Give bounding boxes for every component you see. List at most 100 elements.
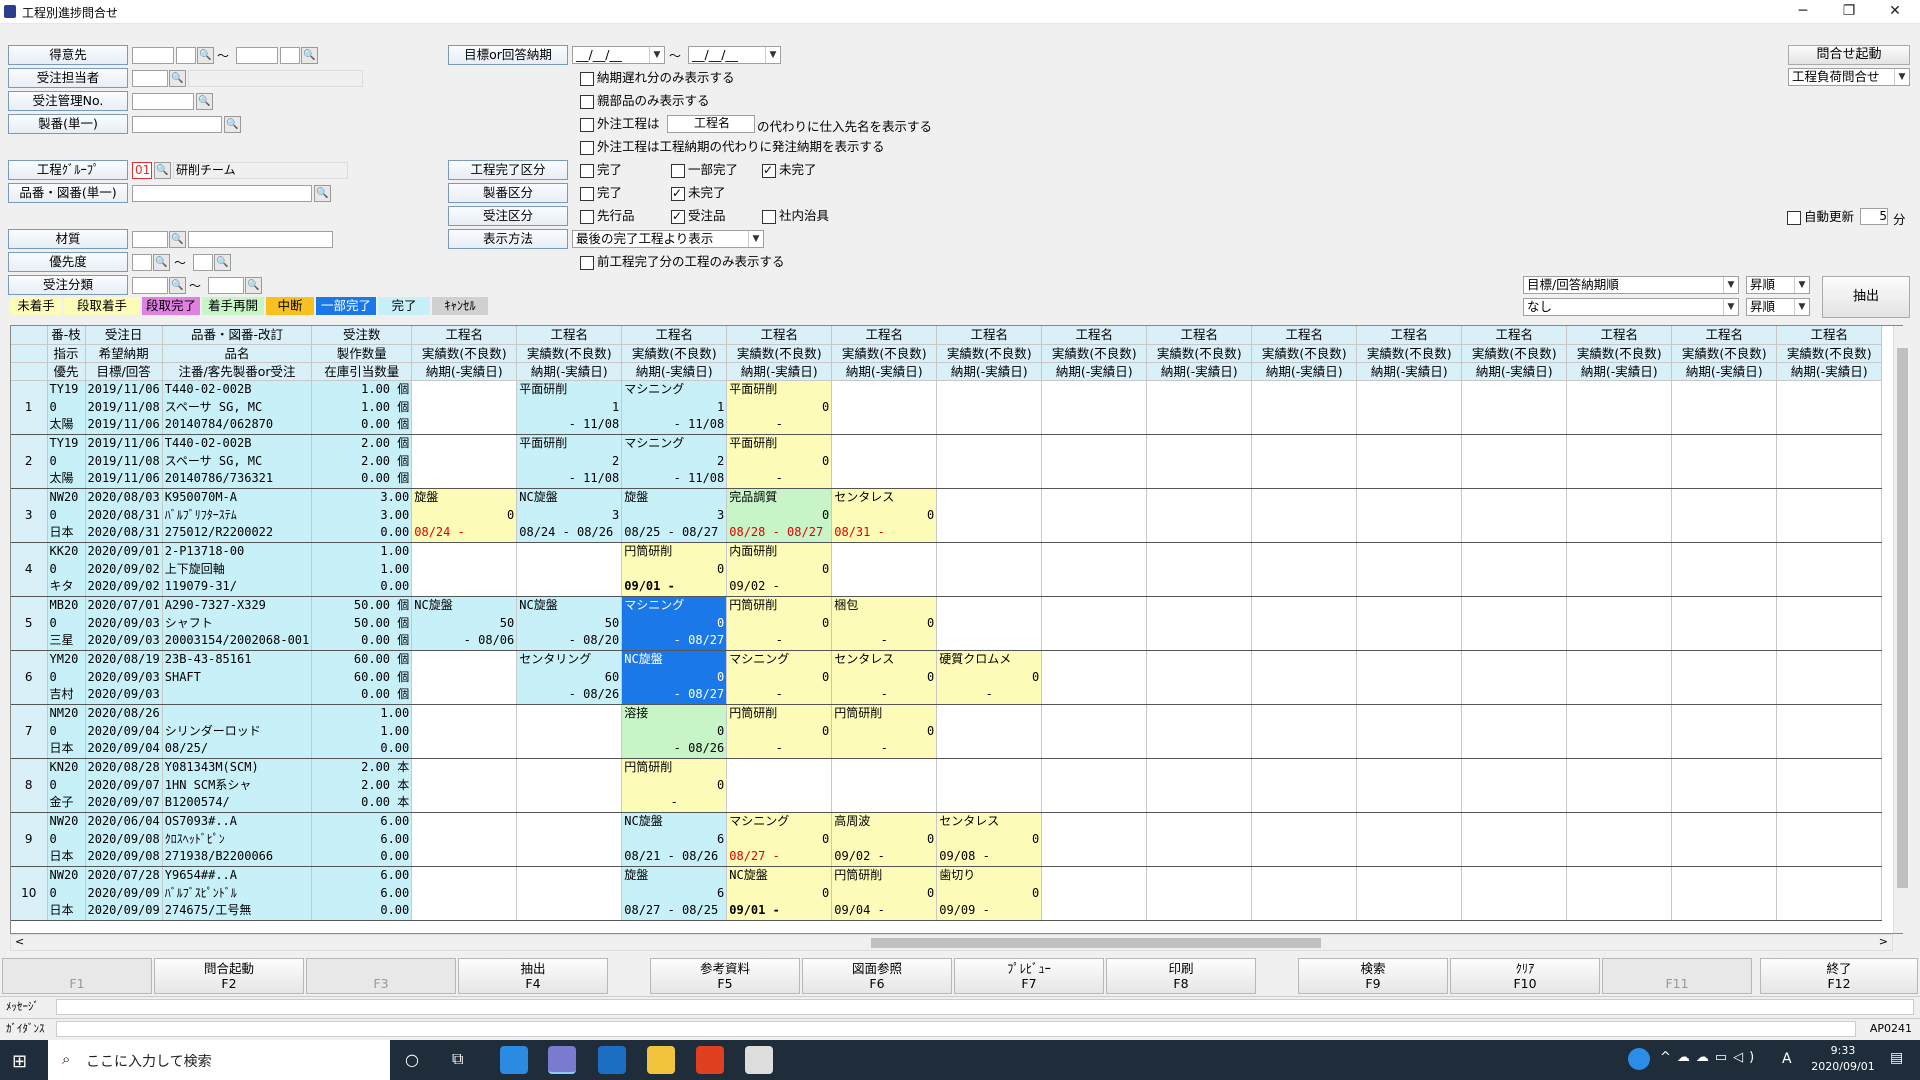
process-cell[interactable]: 円筒研削 bbox=[831, 704, 938, 722]
office-icon[interactable] bbox=[696, 1046, 724, 1074]
data-cell[interactable]: MB20 bbox=[47, 596, 86, 614]
data-cell[interactable]: Y9654##..A bbox=[162, 866, 313, 884]
process-column-header[interactable]: 実績数(不良数) bbox=[411, 344, 518, 363]
process-cell[interactable] bbox=[1041, 812, 1148, 830]
process-group-code-input[interactable]: 01 bbox=[132, 162, 152, 179]
table-row[interactable]: 8 KN20 2020/08/28 Y081343M(SCM) 2.00 本 円筒研削 bbox=[11, 758, 1883, 813]
process-cell[interactable] bbox=[831, 578, 938, 597]
process-cell[interactable] bbox=[411, 650, 518, 668]
process-cell[interactable] bbox=[1041, 686, 1148, 705]
process-cell[interactable] bbox=[1776, 416, 1883, 435]
process-cell[interactable] bbox=[1251, 596, 1358, 614]
notification-icon[interactable]: ▤ bbox=[1890, 1050, 1903, 1066]
process-cell[interactable] bbox=[1776, 560, 1883, 578]
process-cell[interactable] bbox=[1566, 632, 1673, 651]
table-row[interactable]: 日本 2020/09/09 274675/工号無 0.00 08/27 - 08/25 0… bbox=[11, 902, 1883, 921]
process-cell[interactable] bbox=[831, 452, 938, 470]
process-cell[interactable] bbox=[1776, 596, 1883, 614]
process-cell[interactable] bbox=[1566, 794, 1673, 813]
process-cell[interactable] bbox=[1461, 812, 1568, 830]
process-cell[interactable]: 0 bbox=[621, 560, 728, 578]
process-cell[interactable] bbox=[1146, 632, 1253, 651]
process-cell[interactable] bbox=[1461, 470, 1568, 489]
process-cell[interactable]: 6 bbox=[621, 884, 728, 902]
row-number[interactable]: 7 bbox=[11, 704, 48, 759]
outsource-supplier-checkbox[interactable]: 外注工程は bbox=[580, 115, 660, 133]
fkey-f1[interactable]: F1 bbox=[2, 958, 152, 994]
process-cell[interactable] bbox=[1041, 542, 1148, 560]
process-cell[interactable] bbox=[1461, 740, 1568, 759]
data-cell[interactable]: 日本 bbox=[47, 902, 86, 921]
outlook-icon[interactable] bbox=[598, 1046, 626, 1074]
data-cell[interactable]: 2020/08/31 bbox=[85, 524, 163, 543]
process-cell[interactable] bbox=[831, 776, 938, 794]
data-cell[interactable]: KN20 bbox=[47, 758, 86, 776]
data-cell[interactable]: 2019/11/06 bbox=[85, 380, 163, 398]
process-cell[interactable] bbox=[1146, 902, 1253, 921]
process-cell[interactable] bbox=[1146, 380, 1253, 398]
data-cell[interactable]: シャフト bbox=[162, 614, 313, 632]
process-cell[interactable]: 50 bbox=[516, 614, 623, 632]
process-cell[interactable] bbox=[411, 794, 518, 813]
fkey-f10[interactable]: ｸﾘｱ F10 bbox=[1450, 958, 1600, 994]
process-cell[interactable] bbox=[1566, 704, 1673, 722]
data-cell[interactable]: 20003154/2002068-001 bbox=[162, 632, 313, 651]
process-cell[interactable] bbox=[1671, 650, 1778, 668]
process-cell[interactable] bbox=[1566, 776, 1673, 794]
process-cell[interactable] bbox=[1041, 722, 1148, 740]
data-cell[interactable]: 2019/11/06 bbox=[85, 434, 163, 452]
process-cell[interactable] bbox=[1566, 758, 1673, 776]
process-cell[interactable] bbox=[1146, 506, 1253, 524]
process-cell[interactable] bbox=[411, 866, 518, 884]
data-cell[interactable]: NW20 bbox=[47, 866, 86, 884]
process-cell[interactable] bbox=[1146, 398, 1253, 416]
process-cell[interactable] bbox=[1776, 722, 1883, 740]
process-cell[interactable]: 0 bbox=[621, 614, 728, 632]
process-column-header[interactable]: 実績数(不良数) bbox=[1356, 344, 1463, 363]
process-cell[interactable] bbox=[1461, 488, 1568, 506]
process-cell[interactable] bbox=[1776, 380, 1883, 398]
process-cell[interactable] bbox=[1671, 488, 1778, 506]
row-number[interactable]: 3 bbox=[11, 488, 48, 543]
process-cell[interactable] bbox=[1356, 902, 1463, 921]
progress-grid[interactable]: 番-枝 受注日 品番・図番-改訂 受注数 工程名 工程名 工程名 工程名 工程名 工程名 工程名 工程… bbox=[10, 325, 1903, 934]
process-cell[interactable] bbox=[1671, 686, 1778, 705]
process-cell[interactable] bbox=[1776, 434, 1883, 452]
process-cell[interactable]: NC旋盤 bbox=[516, 596, 623, 614]
process-cell[interactable] bbox=[1461, 686, 1568, 705]
process-cell[interactable]: 0 bbox=[936, 830, 1043, 848]
process-cell[interactable] bbox=[936, 740, 1043, 759]
data-cell[interactable]: 金子 bbox=[47, 794, 86, 813]
table-row[interactable]: 4 KK20 2020/09/01 2-P13718-00 1.00 円筒研削 内面研削 bbox=[11, 542, 1883, 597]
process-column-header[interactable]: 納期(-実績日) bbox=[1356, 362, 1463, 381]
process-cell[interactable] bbox=[1776, 686, 1883, 705]
data-cell[interactable]: Y081343M(SCM) bbox=[162, 758, 313, 776]
process-cell[interactable]: - bbox=[726, 632, 833, 651]
data-cell[interactable]: ﾊﾞﾙﾌﾞｽﾋﾟﾝﾄﾞﾙ bbox=[162, 884, 313, 902]
process-cell[interactable] bbox=[1566, 722, 1673, 740]
process-cell[interactable] bbox=[1776, 758, 1883, 776]
data-cell[interactable]: YM20 bbox=[47, 650, 86, 668]
column-header[interactable]: 品番・図番-改訂 bbox=[162, 326, 313, 345]
process-column-header[interactable]: 工程名 bbox=[726, 326, 833, 345]
data-cell[interactable]: 1.00 bbox=[311, 542, 413, 560]
in-house-jig-checkbox[interactable]: 社内治具 bbox=[762, 207, 829, 225]
process-cell[interactable] bbox=[1041, 668, 1148, 686]
process-cell[interactable] bbox=[1461, 866, 1568, 884]
process-cell[interactable]: 円筒研削 bbox=[726, 596, 833, 614]
process-cell[interactable] bbox=[516, 704, 623, 722]
process-column-header[interactable]: 工程名 bbox=[1356, 326, 1463, 345]
process-cell[interactable] bbox=[411, 740, 518, 759]
data-cell[interactable]: 0 bbox=[47, 722, 86, 740]
table-row[interactable]: 5 MB20 2020/07/01 A290-7327-X329 50.00 個 NC旋盤… bbox=[11, 596, 1883, 651]
data-cell[interactable]: 0.00 bbox=[311, 524, 413, 543]
process-cell[interactable] bbox=[726, 776, 833, 794]
process-cell[interactable] bbox=[831, 560, 938, 578]
process-column-header[interactable]: 工程名 bbox=[831, 326, 938, 345]
process-column-header[interactable]: 納期(-実績日) bbox=[621, 362, 728, 381]
data-cell[interactable]: 2020/09/02 bbox=[85, 578, 163, 597]
fkey-f4[interactable]: 抽出 F4 bbox=[458, 958, 608, 994]
customer-from-search-icon[interactable]: 🔍 bbox=[197, 47, 214, 64]
process-cell[interactable] bbox=[1566, 866, 1673, 884]
process-cell[interactable] bbox=[1356, 578, 1463, 597]
